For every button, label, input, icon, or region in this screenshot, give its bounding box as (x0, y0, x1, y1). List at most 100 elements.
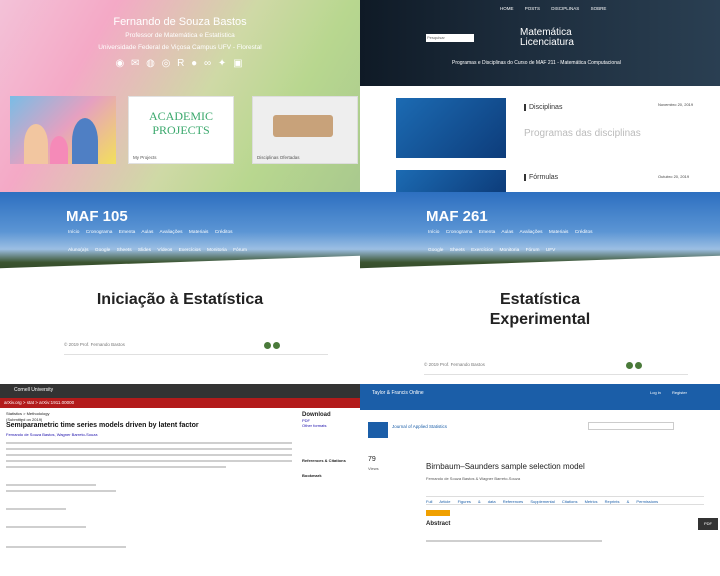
access-badge (426, 510, 450, 516)
abstract-heading: Abstract (426, 521, 451, 527)
article-tabs: Full Article Figures & data References S… (426, 496, 704, 505)
person-figure (72, 118, 98, 164)
metadata-line (6, 484, 96, 486)
share-icon[interactable] (626, 362, 633, 369)
views-count: 79 (368, 456, 376, 463)
course-footer: © 2019 Prof. Fernando Bastos (424, 362, 485, 367)
abstract-line (6, 454, 292, 456)
metadata-line (6, 546, 126, 548)
academic-projects-title: ACADEMIC PROJECTS (148, 109, 213, 137)
card-caption: Disciplinas Ofertadas (257, 155, 300, 160)
abstract-line (6, 460, 292, 462)
download-other-link[interactable]: Other formats (302, 423, 356, 428)
search-input[interactable]: Pesquisar (426, 34, 474, 42)
abstract-line (6, 448, 292, 450)
arxiv-breadcrumb[interactable]: arXiv.org > stat > arXiv:1911.00000 (4, 400, 74, 405)
post-category[interactable]: Fórmulas (524, 174, 558, 181)
twitter-icon[interactable]: ✦ (218, 58, 228, 69)
person-figure (24, 124, 48, 164)
course-title: Estatística Experimental (360, 290, 720, 330)
course-footer: © 2019 Prof. Fernando Bastos (64, 342, 125, 347)
table-illustration (273, 115, 333, 137)
post-thumbnail[interactable] (396, 170, 506, 192)
lattes-icon[interactable]: ● (191, 58, 199, 69)
post-date: Outubro 20, 2019 (658, 174, 690, 179)
author-affiliation: Universidade Federal de Viçosa Campus UF… (98, 44, 262, 51)
course-menu-row2[interactable]: Aluno(a)s Google Sheets Slides Vídeos Ex… (68, 248, 247, 253)
post-title[interactable]: Programas das disciplinas (524, 128, 641, 139)
paper-title: Semiparametric time series models driven… (6, 422, 199, 429)
whatsapp-icon[interactable]: ◉ (115, 58, 126, 69)
card-caption: My Projects (133, 155, 157, 160)
cornell-logo[interactable]: Cornell University (14, 387, 53, 393)
paper-category: Statistics > Methodology (6, 411, 50, 416)
abstract-line (6, 442, 292, 444)
course-menu-row1[interactable]: Início Cronograma Ementa Aulas Avaliaçõe… (68, 230, 233, 235)
divider (64, 354, 328, 355)
register-link[interactable]: Register (672, 390, 687, 395)
nav-disciplinas[interactable]: DISCIPLINAS (551, 6, 579, 11)
references-heading: References & Citations (302, 458, 346, 463)
course-maf105-panel: MAF 105 Início Cronograma Ementa Aulas A… (0, 192, 360, 384)
search-input[interactable] (588, 422, 674, 430)
course-code[interactable]: MAF 261 (426, 208, 488, 225)
family-photo-card[interactable] (10, 96, 116, 164)
arxiv-panel: Cornell University arXiv.org > stat > ar… (0, 384, 360, 576)
github-icon[interactable]: ◍ (146, 58, 157, 69)
flickr-icon[interactable]: ∞ (204, 58, 213, 69)
math-site-panel: HOME POSTS DISCIPLINAS SOBRE Pesquisar M… (360, 0, 720, 192)
abstract-line (6, 466, 226, 468)
journal-name[interactable]: Journal of Applied Statistics (392, 424, 447, 429)
article-authors[interactable]: Fernando de Souza Bastos & Wagner Barret… (426, 476, 520, 481)
personal-site-panel: Fernando de Souza Bastos Professor de Ma… (0, 0, 360, 192)
top-header: Cornell University (0, 384, 360, 398)
course-maf261-panel: MAF 261 Início Cronograma Ementa Aulas A… (360, 192, 720, 384)
arxiv-bar: arXiv.org > stat > arXiv:1911.00000 (0, 398, 360, 408)
tab-reprints[interactable]: Reprints & Permissions (605, 499, 659, 504)
researchgate-icon[interactable]: R (177, 58, 186, 69)
tandf-logo[interactable]: Taylor & Francis Online (372, 390, 424, 396)
metadata-line (6, 526, 86, 528)
tab-figures[interactable]: Figures & data (458, 499, 496, 504)
orcid-icon[interactable]: ◎ (162, 58, 173, 69)
academic-projects-card[interactable]: ACADEMIC PROJECTS My Projects (128, 96, 234, 164)
course-title-line1: Estatística (499, 291, 581, 308)
course-code[interactable]: MAF 105 (66, 208, 128, 225)
tab-references[interactable]: References (503, 499, 523, 504)
bookmark-heading: Bookmark (302, 473, 322, 478)
nav-posts[interactable]: POSTS (525, 6, 540, 11)
email-icon[interactable]: ✉ (131, 58, 141, 69)
meeting-illustration-card[interactable]: Disciplinas Ofertadas (252, 96, 358, 164)
tab-metrics[interactable]: Metrics (585, 499, 598, 504)
tab-supplemental[interactable]: Supplemental (530, 499, 554, 504)
hero-banner: HOME POSTS DISCIPLINAS SOBRE Pesquisar M… (360, 0, 720, 86)
share-icon[interactable] (635, 362, 642, 369)
paper-authors[interactable]: Fernando de Souza Bastos, Wagner Barreto… (6, 432, 97, 437)
person-figure (50, 136, 68, 164)
post-category[interactable]: Disciplinas (524, 104, 562, 111)
course-menu-row2[interactable]: Google Sheets Exercícios Monitoria Fórum… (428, 248, 555, 253)
pdf-button[interactable]: PDF (698, 518, 718, 530)
share-icon[interactable] (264, 342, 271, 349)
tab-full-article[interactable]: Full Article (426, 499, 450, 504)
journal-cover[interactable] (368, 422, 388, 438)
abstract-line (426, 540, 602, 542)
social-icons: ◉ ✉ ◍ ◎ R ● ∞ ✦ ▣ (0, 58, 360, 69)
tab-citations[interactable]: Citations (562, 499, 578, 504)
course-title: Iniciação à Estatística (96, 291, 264, 308)
divider (424, 374, 688, 375)
share-icon[interactable] (273, 342, 280, 349)
site-title: Matemática Licenciatura (520, 28, 574, 48)
linkedin-icon[interactable]: ▣ (233, 58, 244, 69)
site-tagline: Programas e Disciplinas do Curso de MAF … (452, 60, 621, 66)
nav-sobre[interactable]: SOBRE (591, 6, 607, 11)
course-menu-row1[interactable]: Início Cronograma Ementa Aulas Avaliaçõe… (428, 230, 593, 235)
top-nav: HOME POSTS DISCIPLINAS SOBRE (500, 6, 606, 11)
views-label: Views (368, 466, 379, 471)
article-title: Birnbaum–Saunders sample selection model (426, 462, 585, 471)
login-link[interactable]: Log in (650, 390, 661, 395)
post-thumbnail[interactable] (396, 98, 506, 158)
site-title-line2: Licenciatura (520, 37, 574, 48)
nav-home[interactable]: HOME (500, 6, 514, 11)
tandf-panel: Taylor & Francis Online Log in Register … (360, 384, 720, 576)
